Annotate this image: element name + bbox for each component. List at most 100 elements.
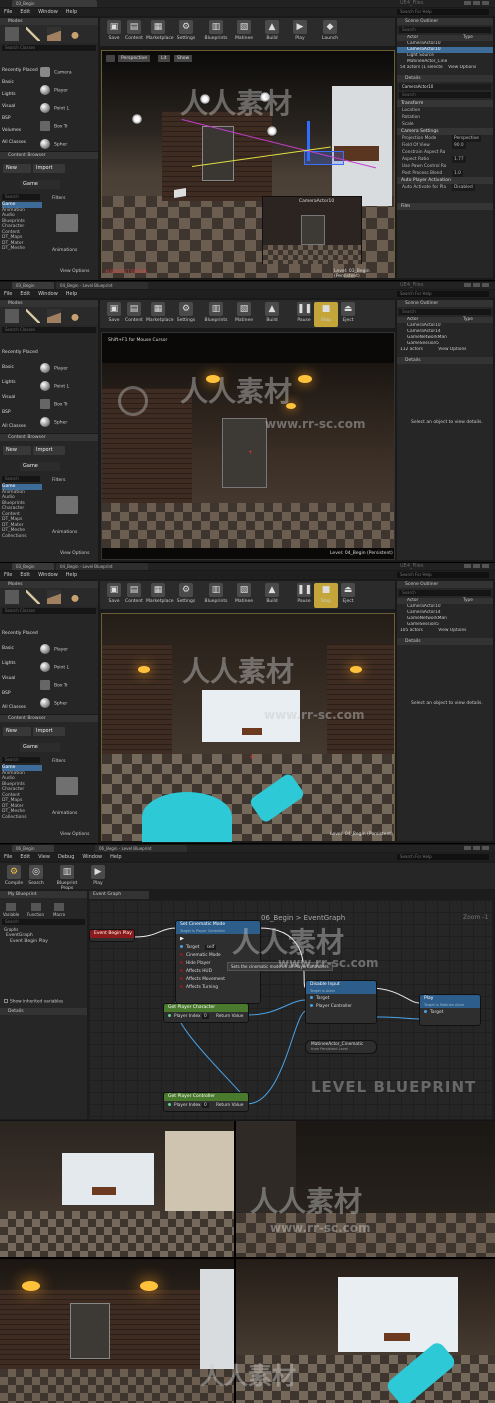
menu-help[interactable]: Help xyxy=(62,8,81,16)
perspective-button[interactable]: Perspective xyxy=(118,55,151,62)
new-button[interactable]: New xyxy=(3,446,31,455)
category-recently-placed[interactable]: Recently Placed xyxy=(2,631,38,636)
build-button[interactable]: ▲ Build xyxy=(260,302,284,327)
category-all-classes[interactable]: All Classes xyxy=(2,705,38,710)
place-item-player[interactable]: Player xyxy=(40,85,90,100)
help-search[interactable]: Search For Help xyxy=(397,572,489,578)
import-button[interactable]: Import xyxy=(33,446,65,455)
cinematic-mode-pin[interactable]: Cinematic Mode xyxy=(180,952,256,960)
outliner-search[interactable]: Search xyxy=(399,590,491,596)
target-pin[interactable]: Target xyxy=(424,1009,476,1017)
get-player-character-node[interactable]: Get Player Character Player Index 0 Retur… xyxy=(163,1003,249,1023)
place-item-point-light[interactable]: Point L xyxy=(40,103,90,118)
matinee-button[interactable]: ▧ Matinee xyxy=(232,583,256,608)
col-type[interactable]: Type xyxy=(463,35,473,41)
game-viewport[interactable]: Shift+F1 for Mouse Cursor + Level: 04_Be… xyxy=(101,332,395,560)
play-button[interactable]: ▶ Play xyxy=(86,865,110,890)
foliage-mode-icon[interactable] xyxy=(68,590,82,604)
category-basic[interactable]: Basic xyxy=(2,646,38,651)
new-button[interactable]: New xyxy=(3,727,31,736)
content-search-input[interactable]: Search xyxy=(2,757,40,763)
tree-item[interactable]: Collections xyxy=(2,534,42,540)
help-search[interactable]: Search For Help xyxy=(397,291,489,297)
add-variable-button[interactable]: Variable xyxy=(3,903,19,917)
filters-button[interactable]: Filters xyxy=(52,196,66,201)
view-options-button[interactable]: View Options xyxy=(60,551,89,556)
window-controls[interactable] xyxy=(462,564,492,569)
category-all-classes[interactable]: All Classes xyxy=(2,424,38,429)
stop-button[interactable]: ■ Stop xyxy=(314,302,338,327)
stop-button[interactable]: ■ Stop xyxy=(314,583,338,608)
landscape-mode-icon[interactable] xyxy=(47,590,61,604)
window-controls[interactable] xyxy=(462,846,492,851)
place-item-point-light[interactable]: Point L xyxy=(40,662,90,677)
col-actor[interactable]: Actor xyxy=(407,317,418,322)
category-all-classes[interactable]: All Classes xyxy=(2,140,38,145)
aspect-field[interactable]: 1.77 xyxy=(452,156,466,163)
content-button[interactable]: ▤ Content xyxy=(122,20,146,45)
paint-mode-icon[interactable] xyxy=(26,590,40,604)
blueprint-tab[interactable]: 04_Begin - Level Blueprint xyxy=(56,563,148,570)
menu-file[interactable]: File xyxy=(0,8,16,16)
menu-file[interactable]: File xyxy=(0,290,16,298)
place-mode-icon[interactable] xyxy=(5,590,19,604)
category-lights[interactable]: Lights xyxy=(2,380,38,385)
class-search-input[interactable]: Search Classes xyxy=(2,608,96,614)
paint-mode-icon[interactable] xyxy=(26,309,40,323)
game-viewport[interactable]: + Level: 04_Begin (Persistent) xyxy=(101,613,395,842)
eject-button[interactable]: ⏏ Eject xyxy=(336,302,360,327)
place-item-sphere[interactable]: Spher xyxy=(40,417,90,432)
category-visual[interactable]: Visual xyxy=(2,104,38,109)
col-type[interactable]: Type xyxy=(463,317,473,323)
blueprint-props-button[interactable]: ▥ Blueprint Props xyxy=(50,865,84,891)
place-mode-icon[interactable] xyxy=(5,27,19,41)
eject-button[interactable]: ⏏ Eject xyxy=(336,583,360,608)
level-tab[interactable]: 06_Begin xyxy=(12,845,54,852)
class-search-input[interactable]: Search Classes xyxy=(2,327,96,333)
help-search[interactable]: Search For Help xyxy=(397,9,489,15)
affects-turning-pin[interactable]: Affects Turning xyxy=(180,984,256,992)
event-graph-item[interactable]: EventGraph xyxy=(6,933,33,938)
blueprints-button[interactable]: ▥ Blueprints xyxy=(204,20,228,45)
tree-item[interactable]: DT_Meshe xyxy=(2,246,42,252)
settings-button[interactable]: ⚙ Settings xyxy=(174,20,198,45)
window-controls[interactable] xyxy=(462,283,492,288)
category-volumes[interactable]: Volumes xyxy=(2,128,38,133)
settings-button[interactable]: ⚙ Settings xyxy=(174,583,198,608)
play-node[interactable]: Play Target is Matinee Actor Target xyxy=(419,994,481,1026)
matinee-actor-node[interactable]: MatineeActor_Cinematic from Persistent Le… xyxy=(305,1040,377,1054)
place-item-sphere[interactable]: Spher xyxy=(40,698,90,713)
get-player-controller-node[interactable]: Get Player Controller Player Index 0 Retu… xyxy=(163,1092,249,1112)
film-group[interactable]: Film xyxy=(397,203,493,210)
view-options-button[interactable]: View Options xyxy=(438,347,466,352)
projection-mode-select[interactable]: Perspective xyxy=(452,135,481,142)
menu-window[interactable]: Window xyxy=(34,8,62,16)
col-actor[interactable]: Actor xyxy=(407,598,418,603)
lit-button[interactable]: Lit xyxy=(158,55,170,62)
graph-tab[interactable]: Event Graph xyxy=(89,891,149,899)
camera-settings-group[interactable]: Camera Settings xyxy=(397,128,493,135)
view-options-button[interactable]: View Options xyxy=(438,628,466,633)
menu-window[interactable]: Window xyxy=(34,290,62,298)
content-button[interactable]: ▤ Content xyxy=(122,583,146,608)
import-button[interactable]: Import xyxy=(33,727,65,736)
settings-button[interactable]: ⚙ Settings xyxy=(174,302,198,327)
menu-file[interactable]: File xyxy=(0,571,16,579)
event-begin-play-item[interactable]: Event Begin Play xyxy=(10,939,48,944)
place-item-player[interactable]: Player xyxy=(40,363,90,378)
actor-name-field[interactable]: CameraActor10 xyxy=(399,84,491,90)
menu-window[interactable]: Window xyxy=(78,853,106,861)
menu-edit[interactable]: Edit xyxy=(16,853,34,861)
outliner-search[interactable]: Search xyxy=(399,309,491,315)
place-item-box-trigger[interactable]: Box Tr xyxy=(40,121,90,136)
menu-edit[interactable]: Edit xyxy=(16,290,34,298)
build-button[interactable]: ▲ Build xyxy=(260,583,284,608)
play-button[interactable]: ▶ Play xyxy=(288,20,312,45)
transform-group[interactable]: Transform xyxy=(397,100,493,107)
view-options-button[interactable]: View Options xyxy=(60,832,89,837)
path-breadcrumb[interactable]: Game xyxy=(20,180,60,189)
animations-folder-icon[interactable] xyxy=(56,496,78,514)
fov-field[interactable]: 90.0 xyxy=(452,142,466,149)
auto-player-group[interactable]: Auto Player Activation xyxy=(397,177,493,184)
level-tab[interactable]: 03_Begin xyxy=(12,0,97,7)
